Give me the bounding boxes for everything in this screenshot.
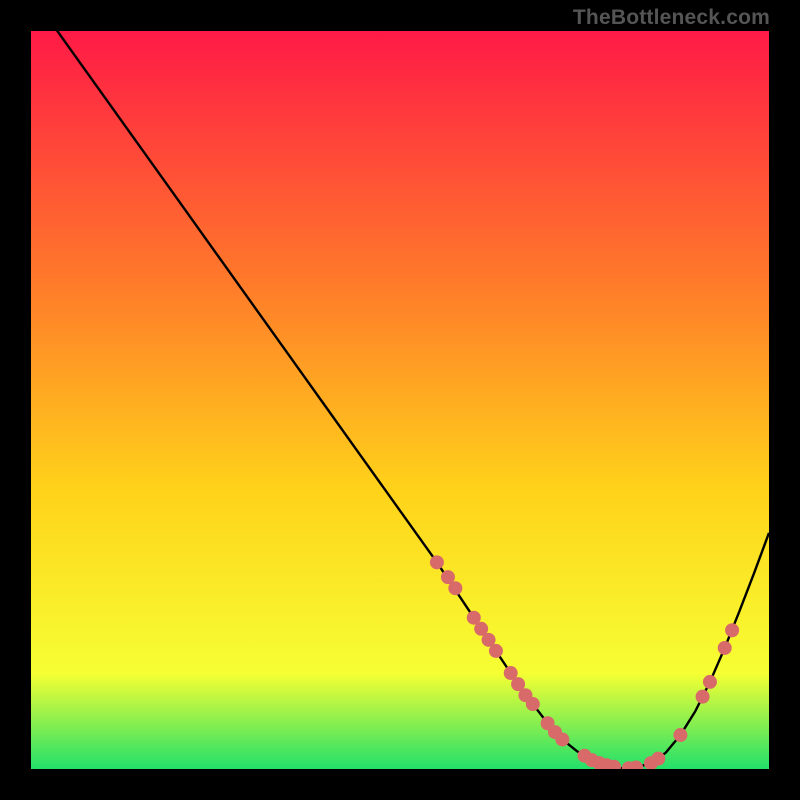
- watermark-text: TheBottleneck.com: [573, 6, 770, 30]
- data-point-marker: [448, 581, 462, 595]
- data-point-marker: [651, 752, 665, 766]
- data-point-marker: [703, 675, 717, 689]
- data-point-marker: [725, 623, 739, 637]
- data-point-marker: [489, 644, 503, 658]
- data-point-marker: [673, 728, 687, 742]
- data-point-marker: [526, 697, 540, 711]
- data-point-marker: [696, 690, 710, 704]
- gradient-background: [31, 31, 769, 769]
- chart-svg: [31, 31, 769, 769]
- data-point-marker: [430, 555, 444, 569]
- data-point-marker: [555, 732, 569, 746]
- plot-area: [31, 31, 769, 769]
- data-point-marker: [718, 641, 732, 655]
- chart-stage: TheBottleneck.com: [0, 0, 800, 800]
